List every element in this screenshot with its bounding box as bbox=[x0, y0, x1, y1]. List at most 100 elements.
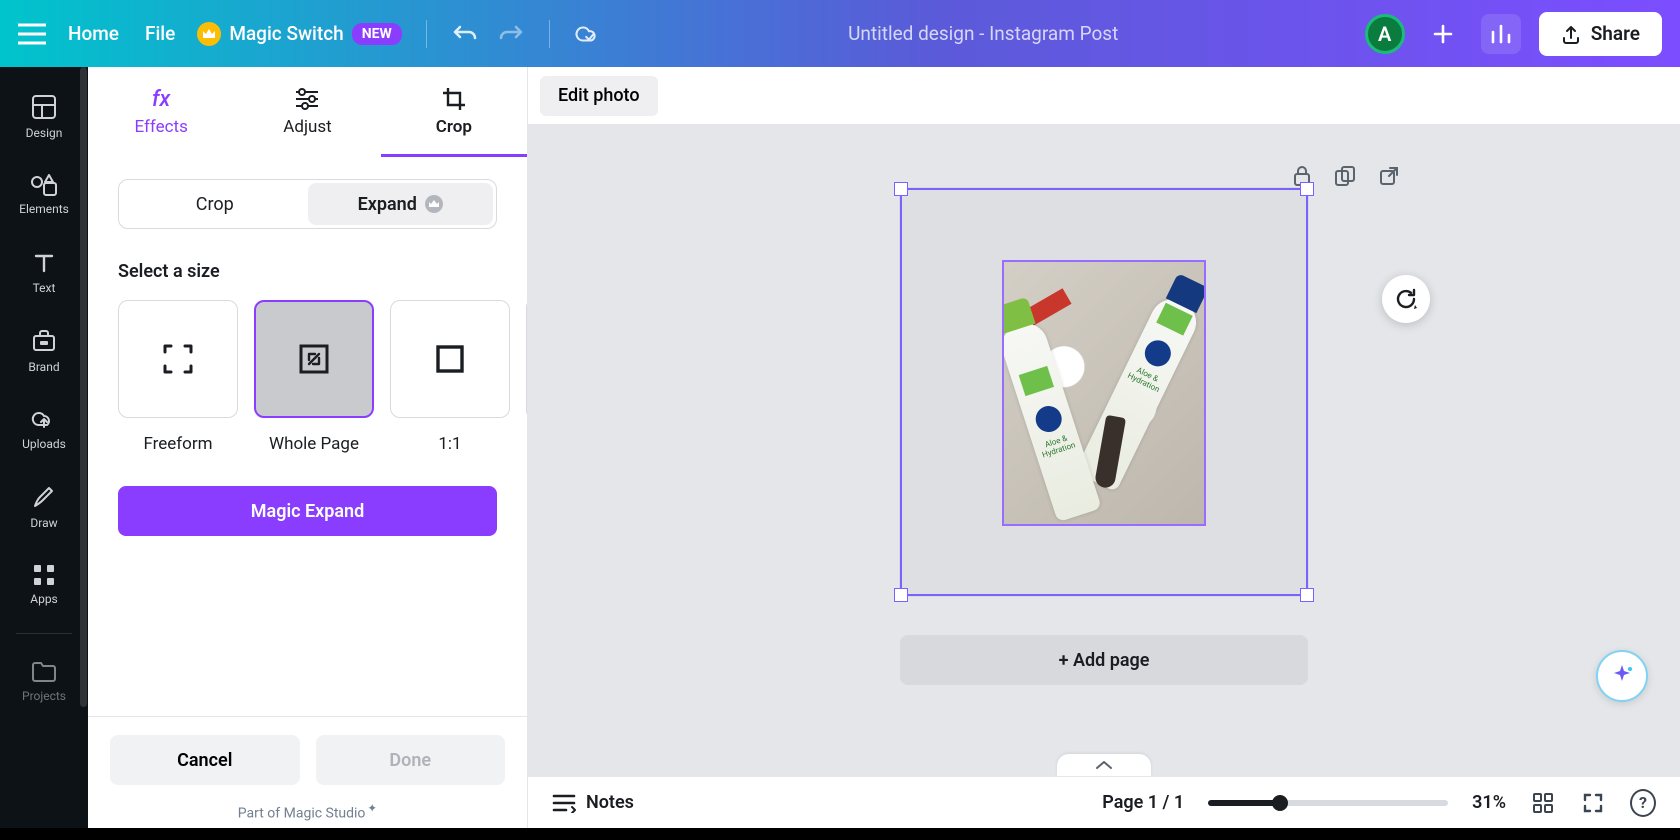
redo-button[interactable] bbox=[497, 20, 525, 48]
segment-expand[interactable]: Expand bbox=[308, 183, 494, 225]
crown-icon bbox=[425, 195, 443, 213]
grid-view-button[interactable] bbox=[1530, 790, 1556, 816]
select-size-heading: Select a size bbox=[118, 261, 497, 282]
notes-label: Notes bbox=[586, 792, 634, 813]
page-indicator[interactable]: Page 1 / 1 bbox=[1102, 792, 1184, 813]
done-button[interactable]: Done bbox=[316, 735, 506, 785]
freeform-icon bbox=[161, 342, 195, 376]
size-1-1[interactable]: 1:1 bbox=[390, 300, 510, 454]
rail-label: Uploads bbox=[22, 437, 66, 451]
text-icon bbox=[32, 251, 56, 275]
rail-label: Apps bbox=[30, 592, 58, 606]
fx-icon: fx bbox=[152, 87, 170, 111]
rail-draw[interactable]: Draw bbox=[6, 471, 82, 543]
insights-button[interactable] bbox=[1481, 14, 1521, 54]
design-title-input[interactable]: Untitled design - Instagram Post bbox=[848, 22, 1118, 45]
separator bbox=[549, 20, 550, 48]
left-rail: Design Elements Text Brand Uploads Draw … bbox=[0, 67, 88, 828]
size-label: Freeform bbox=[118, 434, 238, 454]
size-whole-page[interactable]: Whole Page bbox=[254, 300, 374, 454]
product-photo: Aloe & Hydration Aloe & Hydration bbox=[1004, 262, 1204, 524]
share-button[interactable]: Share bbox=[1539, 12, 1662, 56]
rail-brand[interactable]: Brand bbox=[6, 315, 82, 387]
add-member-button[interactable] bbox=[1423, 14, 1463, 54]
add-page-button[interactable]: + Add page bbox=[900, 635, 1308, 685]
magic-switch-label: Magic Switch bbox=[229, 22, 343, 45]
magic-switch-button[interactable]: Magic Switch NEW bbox=[197, 22, 401, 46]
magic-assistant-fab[interactable] bbox=[1596, 650, 1648, 702]
hamburger-menu-icon[interactable] bbox=[18, 23, 46, 45]
rail-design[interactable]: Design bbox=[6, 81, 82, 153]
tab-crop[interactable]: Crop bbox=[381, 67, 527, 157]
folder-icon bbox=[31, 661, 57, 683]
tab-effects[interactable]: fx Effects bbox=[88, 67, 234, 157]
rail-label: Draw bbox=[30, 516, 57, 530]
page-frame[interactable]: Aloe & Hydration Aloe & Hydration bbox=[900, 188, 1308, 596]
share-label: Share bbox=[1591, 22, 1640, 45]
rail-label: Projects bbox=[22, 689, 66, 703]
rail-label: Elements bbox=[19, 202, 69, 216]
photo-crop-bounds[interactable]: Aloe & Hydration Aloe & Hydration bbox=[1002, 260, 1206, 526]
size-label: Whole Page bbox=[254, 434, 374, 454]
size-freeform[interactable]: Freeform bbox=[118, 300, 238, 454]
layout-icon bbox=[31, 94, 57, 120]
briefcase-icon bbox=[31, 328, 57, 354]
user-avatar[interactable]: A bbox=[1365, 14, 1405, 54]
rail-uploads[interactable]: Uploads bbox=[6, 393, 82, 465]
pencil-icon bbox=[31, 484, 57, 510]
sparkle-icon bbox=[1609, 663, 1635, 689]
open-in-new-icon[interactable] bbox=[1378, 165, 1400, 191]
magic-expand-button[interactable]: Magic Expand bbox=[118, 486, 497, 536]
duplicate-page-icon[interactable] bbox=[1334, 165, 1356, 191]
crown-icon bbox=[197, 22, 221, 46]
rail-apps[interactable]: Apps bbox=[6, 549, 82, 621]
crop-expand-segment: Crop Expand bbox=[118, 179, 497, 229]
resize-handle-tr[interactable] bbox=[1300, 182, 1314, 196]
sliders-icon bbox=[294, 87, 320, 111]
shapes-icon bbox=[30, 174, 58, 196]
help-button[interactable]: ? bbox=[1630, 790, 1656, 816]
rail-text[interactable]: Text bbox=[6, 237, 82, 309]
cloud-sync-icon[interactable] bbox=[574, 20, 602, 48]
resize-handle-tl[interactable] bbox=[894, 182, 908, 196]
notes-icon bbox=[552, 793, 576, 813]
timeline-drawer-handle[interactable] bbox=[1057, 754, 1151, 776]
crop-icon bbox=[441, 87, 467, 111]
square-icon bbox=[435, 344, 465, 374]
file-menu[interactable]: File bbox=[141, 16, 179, 51]
regenerate-fab[interactable] bbox=[1382, 275, 1430, 323]
size-label: 1:1 bbox=[390, 434, 510, 454]
segment-crop[interactable]: Crop bbox=[122, 183, 308, 225]
rail-projects[interactable]: Projects bbox=[6, 646, 82, 718]
rail-label: Design bbox=[26, 126, 63, 140]
tab-adjust[interactable]: Adjust bbox=[234, 67, 380, 157]
zoom-slider[interactable] bbox=[1208, 800, 1448, 806]
edit-photo-button[interactable]: Edit photo bbox=[540, 76, 658, 116]
rail-label: Text bbox=[33, 281, 56, 295]
undo-button[interactable] bbox=[451, 20, 479, 48]
canvas-viewport[interactable]: Aloe & Hydration Aloe & Hydration bbox=[528, 125, 1680, 776]
notes-button[interactable]: Notes bbox=[552, 792, 634, 813]
fullscreen-button[interactable] bbox=[1580, 790, 1606, 816]
upload-icon bbox=[1561, 24, 1581, 44]
rail-scrollbar[interactable] bbox=[79, 67, 88, 828]
cloud-upload-icon bbox=[30, 407, 58, 431]
home-link[interactable]: Home bbox=[64, 16, 123, 51]
magic-studio-note: Part of Magic Studio✦ bbox=[110, 801, 505, 822]
help-icon: ? bbox=[1630, 789, 1656, 817]
new-badge: NEW bbox=[352, 23, 402, 45]
cancel-button[interactable]: Cancel bbox=[110, 735, 300, 785]
crop-panel: fx Effects Adjust Crop Crop Expand bbox=[88, 67, 528, 828]
rail-elements[interactable]: Elements bbox=[6, 159, 82, 231]
tab-label: Crop bbox=[436, 117, 472, 137]
separator bbox=[16, 633, 72, 634]
expand-icon bbox=[299, 344, 329, 374]
os-dock-strip bbox=[0, 828, 1680, 840]
resize-handle-bl[interactable] bbox=[894, 588, 908, 602]
zoom-percent[interactable]: 31% bbox=[1472, 792, 1506, 813]
resize-handle-br[interactable] bbox=[1300, 588, 1314, 602]
size-next-peek[interactable] bbox=[526, 300, 527, 454]
tab-label: Adjust bbox=[283, 117, 331, 137]
tab-label: Effects bbox=[134, 117, 187, 137]
separator bbox=[426, 20, 427, 48]
